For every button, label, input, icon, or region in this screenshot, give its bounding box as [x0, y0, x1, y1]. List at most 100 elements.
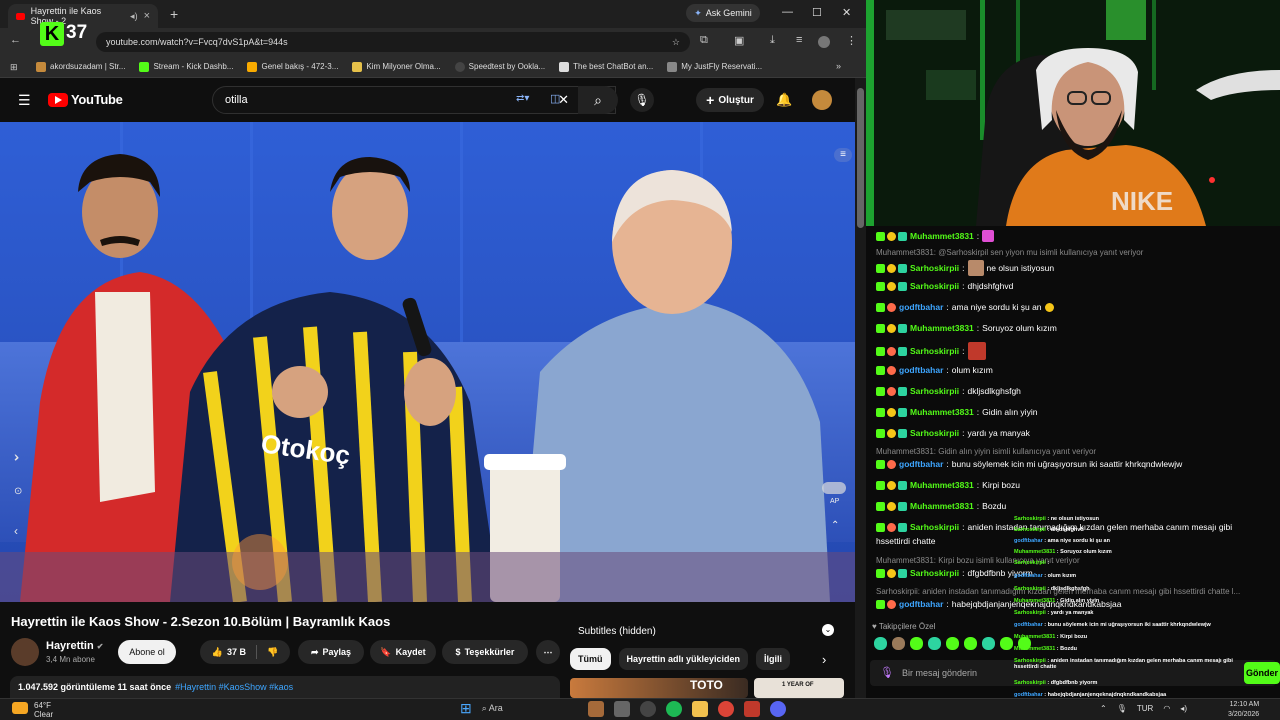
emote-icon[interactable] [1000, 637, 1013, 650]
emote-icon[interactable] [910, 637, 923, 650]
subtitles-toggle[interactable]: Subtitles (hidden) [578, 626, 656, 637]
ask-gemini-button[interactable]: ✦ Ask Gemini [686, 4, 760, 22]
chip-uploader[interactable]: Hayrettin adlı yükleyiciden [618, 648, 749, 670]
close-window-icon[interactable]: ✕ [842, 6, 851, 19]
channel-avatar[interactable] [11, 638, 39, 666]
bookmark-item[interactable]: My JustFly Reservati... [667, 61, 762, 72]
video-player[interactable]: Otokoç › ≡ › ⊙ ‹ AP ⌃ [0, 122, 855, 602]
chat-username[interactable]: godftbahar [899, 302, 943, 312]
chevron-right-icon[interactable]: › [14, 448, 19, 464]
task-view-icon[interactable] [613, 700, 630, 717]
chips-next-icon[interactable]: › [822, 652, 826, 667]
sidebar-icon[interactable]: ▣ [734, 34, 744, 47]
discord-icon[interactable] [769, 700, 786, 717]
apps-icon[interactable]: ⊞ [10, 62, 18, 73]
translate-icon[interactable]: ⇄▾ [516, 93, 529, 104]
weather-icon[interactable] [12, 702, 28, 714]
hamburger-menu-icon[interactable]: ☰ [18, 92, 31, 109]
chat-message[interactable]: godftbahar: ama niye sordu ki şu an [876, 302, 1054, 312]
bookmark-item[interactable]: Speedtest by Ookla... [454, 61, 545, 72]
close-tab-icon[interactable]: × [144, 10, 150, 22]
chat-username[interactable]: Muhammet3831 [910, 480, 974, 490]
create-button[interactable]: + Oluştur [696, 88, 764, 112]
video-menu-icon[interactable]: ≡ [834, 148, 852, 162]
description-box[interactable]: 1.047.592 görüntüleme 11 saat önce #Hayre… [10, 676, 560, 698]
chat-username[interactable]: godftbahar [899, 365, 943, 375]
language-indicator[interactable]: TUR [1137, 704, 1153, 713]
menu-icon[interactable]: ⋮ [846, 34, 857, 47]
app-icon[interactable] [639, 700, 656, 717]
emote-icon[interactable] [892, 637, 905, 650]
app-icon[interactable] [743, 700, 760, 717]
new-tab-button[interactable]: + [170, 6, 178, 22]
chat-username[interactable]: Sarhoskirpii [910, 522, 959, 532]
bookmark-item[interactable]: Stream - Kick Dashb... [139, 61, 233, 72]
share-button[interactable]: ➦ Paylaş [298, 640, 364, 664]
channel-name[interactable]: Hayrettin ✔ [46, 640, 103, 652]
expand-icon[interactable]: ⌃ [831, 520, 839, 531]
windows-start-icon[interactable]: ⊞ [460, 700, 472, 717]
bookmark-item[interactable]: The best ChatBot an... [559, 61, 653, 72]
chat-username[interactable]: Muhammet3831 [910, 323, 974, 333]
speaker-icon[interactable]: ◂) [130, 11, 138, 22]
chevron-down-icon[interactable]: ⌄ [822, 624, 834, 636]
youtube-logo[interactable]: YouTube [48, 92, 123, 107]
chat-username[interactable]: Muhammet3831 [910, 407, 974, 417]
thumbnail[interactable]: TOTO [570, 678, 748, 698]
microphone-icon[interactable]: 🎙 [880, 666, 894, 679]
chat-message[interactable]: Sarhoskirpii: dkljsdlkghsfgh [876, 386, 1021, 396]
emote-icon[interactable] [964, 637, 977, 650]
chevron-left-icon[interactable]: ‹ [14, 524, 18, 538]
chat-message[interactable]: Muhammet3831: Gidin alın yiyin [876, 407, 1037, 417]
url-field[interactable]: youtube.com/watch?v=Fvcq7dvS1pA&t=944s ☆ [96, 32, 690, 52]
chat-username[interactable]: Muhammet3831 [910, 501, 974, 511]
chat-message[interactable]: Muhammet3831: [876, 230, 995, 242]
more-actions-button[interactable]: ⋯ [536, 640, 560, 664]
bookmark-item[interactable]: Genel bakış - 472-3... [247, 61, 338, 72]
app-icon[interactable] [587, 700, 604, 717]
chat-username[interactable]: Muhammet3831 [910, 231, 974, 241]
chat-username[interactable]: Sarhoskirpii [910, 263, 959, 273]
chat-message[interactable]: Sarhoskirpii: [876, 342, 986, 360]
wifi-icon[interactable]: ◠ [1163, 704, 1170, 713]
chat-username[interactable]: godftbahar [899, 459, 943, 469]
chat-username[interactable]: Sarhoskirpii [910, 386, 959, 396]
media-icon[interactable]: ≡ [796, 34, 802, 46]
chat-message[interactable]: Muhammet3831: Bozdu [876, 501, 1006, 511]
lens-icon[interactable]: ◫ [550, 92, 560, 105]
chip-related[interactable]: İlgili [756, 648, 791, 670]
chat-username[interactable]: godftbahar [899, 599, 943, 609]
spotify-icon[interactable] [665, 700, 682, 717]
notifications-bell-icon[interactable]: 🔔 [776, 92, 792, 108]
chat-username[interactable]: Sarhoskirpii [910, 568, 959, 578]
chat-message[interactable]: Sarhoskirpii: dfgbdfbnb yiyorm [876, 568, 1033, 578]
search-button[interactable]: ⌕ [578, 86, 618, 114]
chat-username[interactable]: Sarhoskirpii [910, 346, 959, 356]
star-icon[interactable]: ☆ [672, 37, 680, 48]
hashtags[interactable]: #Hayrettin #KaosShow #kaos [175, 682, 293, 692]
chat-message[interactable]: Muhammet3831: Kirpi bozu [876, 480, 1020, 490]
like-button[interactable]: 👍 37 B [212, 647, 246, 658]
subscribe-button[interactable]: Abone ol [118, 640, 176, 664]
account-avatar[interactable] [812, 90, 832, 110]
download-icon[interactable]: ⤓ [770, 34, 775, 47]
volume-icon[interactable]: ◂) [1180, 704, 1187, 713]
save-button[interactable]: 🔖 Kaydet [370, 640, 436, 664]
emote-icon[interactable] [874, 637, 887, 650]
taskbar-search[interactable]: ⌕ Ara [482, 703, 578, 714]
scrollbar-thumb[interactable] [857, 88, 864, 228]
extensions-icon[interactable]: ⧉ [700, 34, 708, 47]
thanks-button[interactable]: $ Teşekkürler [442, 640, 528, 664]
chat-message[interactable]: Sarhoskirpii: ne olsun istiyosun [876, 260, 1054, 276]
weather-widget[interactable]: 64°F Clear [34, 701, 53, 719]
chat-message[interactable]: godftbahar: bunu söylemek icin mi uğraşıy… [876, 459, 1182, 469]
file-explorer-icon[interactable] [691, 700, 708, 717]
thumbnail[interactable]: 1 YEAR OF [754, 678, 844, 698]
chat-message[interactable]: Sarhoskirpii: yardı ya manyak [876, 428, 1030, 438]
profile-icon[interactable] [818, 36, 830, 48]
chip-all[interactable]: Tümü [570, 648, 611, 670]
taskbar-clock[interactable]: 12:10 AM 3/20/2026 [1228, 700, 1259, 720]
tray-expand-icon[interactable]: ⌃ [1100, 704, 1107, 713]
maximize-icon[interactable]: ☐ [812, 6, 822, 19]
chat-message[interactable]: Muhammet3831: Soruyoz olum kızım [876, 323, 1057, 333]
